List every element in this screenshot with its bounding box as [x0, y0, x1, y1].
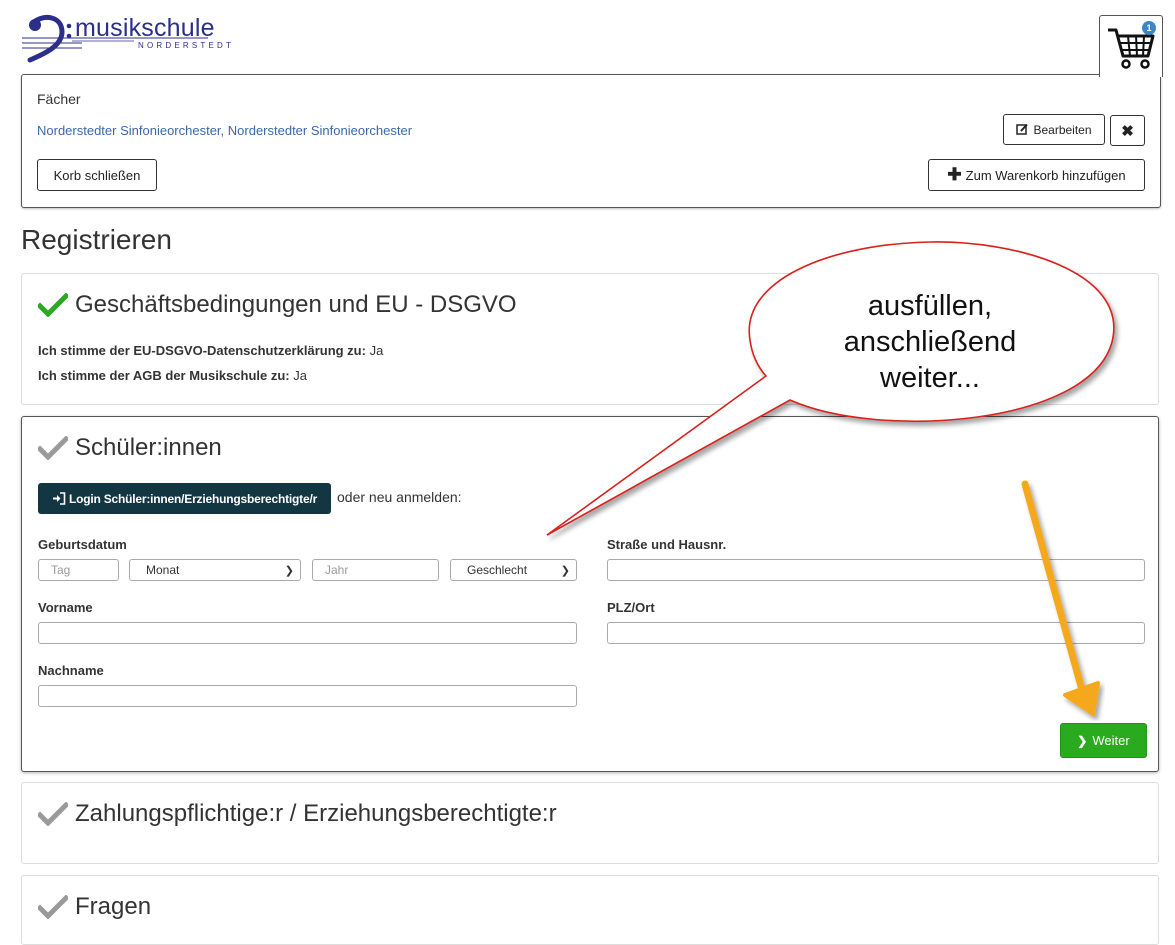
- lastname-label: Nachname: [38, 663, 104, 678]
- firstname-label: Vorname: [38, 600, 93, 615]
- close-icon: ✖: [1121, 122, 1134, 140]
- terms-title[interactable]: Geschäftsbedingungen und EU - DSGVO: [38, 291, 517, 319]
- login-button-label: Login Schüler:innen/Erziehungsberechtigt…: [68, 491, 318, 506]
- questions-title-text: Fragen: [75, 893, 152, 920]
- plus-icon: ✚: [947, 165, 962, 184]
- check-pending-icon: [38, 895, 68, 919]
- add-to-cart-button[interactable]: ✚ Zum Warenkorb hinzufügen: [928, 159, 1145, 191]
- privacy-consent: Ich stimme der EU-DSGVO-Datenschutzerklä…: [38, 343, 383, 358]
- agb-consent-value: Ja: [293, 368, 307, 383]
- agb-consent: Ich stimme der AGB der Musikschule zu: J…: [38, 368, 307, 383]
- gender-select-value: Geschlecht: [467, 563, 528, 577]
- firstname-input[interactable]: [38, 622, 577, 644]
- payer-title-text: Zahlungspflichtige:r / Erziehungsberecht…: [75, 800, 557, 827]
- check-done-icon: [38, 293, 68, 317]
- add-to-cart-label: Zum Warenkorb hinzufügen: [965, 167, 1126, 183]
- edit-button[interactable]: Bearbeiten: [1003, 114, 1105, 145]
- edit-icon: [1016, 123, 1029, 135]
- logo-brand: musikschule: [75, 14, 215, 42]
- annotation-line-3: weiter...: [880, 362, 980, 394]
- close-basket-button[interactable]: Korb schließen: [37, 159, 157, 191]
- next-button[interactable]: ❯ Weiter: [1060, 723, 1147, 758]
- cart-button[interactable]: 1: [1099, 15, 1163, 77]
- student-title-text: Schüler:innen: [75, 434, 222, 461]
- terms-title-text: Geschäftsbedingungen und EU - DSGVO: [75, 291, 517, 318]
- close-basket-label: Korb schließen: [53, 167, 141, 183]
- check-pending-icon: [38, 436, 68, 460]
- subjects-value: Norderstedter Sinfonieorchester, Norders…: [37, 123, 413, 138]
- student-panel: Schüler:innen Login Schüler:innen/Erzieh…: [21, 416, 1159, 772]
- privacy-consent-value: Ja: [369, 343, 384, 358]
- annotation-text: ausfüllen, anschließend weiter...: [790, 288, 1070, 396]
- chevron-down-icon: ❯: [560, 565, 570, 577]
- month-select-value: Monat: [146, 563, 180, 577]
- basket-panel: Fächer Norderstedter Sinfonieorchester, …: [21, 74, 1161, 208]
- student-title[interactable]: Schüler:innen: [38, 434, 222, 462]
- subjects-heading: Fächer: [37, 91, 81, 107]
- login-button[interactable]: Login Schüler:innen/Erziehungsberechtigt…: [38, 483, 331, 514]
- chevron-down-icon: ❯: [284, 565, 294, 577]
- gender-select[interactable]: Geschlecht ❯: [450, 559, 577, 581]
- payer-panel: Zahlungspflichtige:r / Erziehungsberecht…: [21, 782, 1159, 864]
- chevron-right-icon: ❯: [1077, 733, 1088, 748]
- edit-button-label: Bearbeiten: [1033, 122, 1092, 137]
- annotation-line-2: anschließend: [843, 326, 1017, 358]
- sign-in-icon: [52, 492, 66, 505]
- privacy-consent-label: Ich stimme der EU-DSGVO-Datenschutzerklä…: [38, 343, 366, 358]
- zip-city-input[interactable]: [607, 622, 1145, 644]
- page-title: Registrieren: [21, 224, 172, 255]
- zip-city-label: PLZ/Ort: [607, 600, 655, 615]
- cart-count-badge: 1: [1142, 21, 1156, 35]
- year-input[interactable]: Jahr: [312, 559, 439, 581]
- logo[interactable]: musikschule NORDERSTEDT: [22, 12, 231, 64]
- street-label: Straße und Hausnr.: [607, 537, 727, 552]
- annotation-line-1: ausfüllen,: [867, 290, 993, 322]
- check-pending-icon: [38, 802, 68, 826]
- or-register-text: oder neu anmelden:: [337, 489, 462, 505]
- street-input[interactable]: [607, 559, 1145, 581]
- birthdate-label: Geburtsdatum: [38, 537, 127, 552]
- logo-subtitle: NORDERSTEDT: [138, 41, 235, 50]
- month-select[interactable]: Monat ❯: [129, 559, 301, 581]
- questions-title[interactable]: Fragen: [38, 893, 151, 921]
- next-button-label: Weiter: [1092, 733, 1130, 748]
- agb-consent-label: Ich stimme der AGB der Musikschule zu:: [38, 368, 290, 383]
- payer-title[interactable]: Zahlungspflichtige:r / Erziehungsberecht…: [38, 800, 557, 828]
- remove-button[interactable]: ✖: [1110, 115, 1145, 146]
- lastname-input[interactable]: [38, 685, 577, 707]
- day-input[interactable]: Tag: [38, 559, 119, 581]
